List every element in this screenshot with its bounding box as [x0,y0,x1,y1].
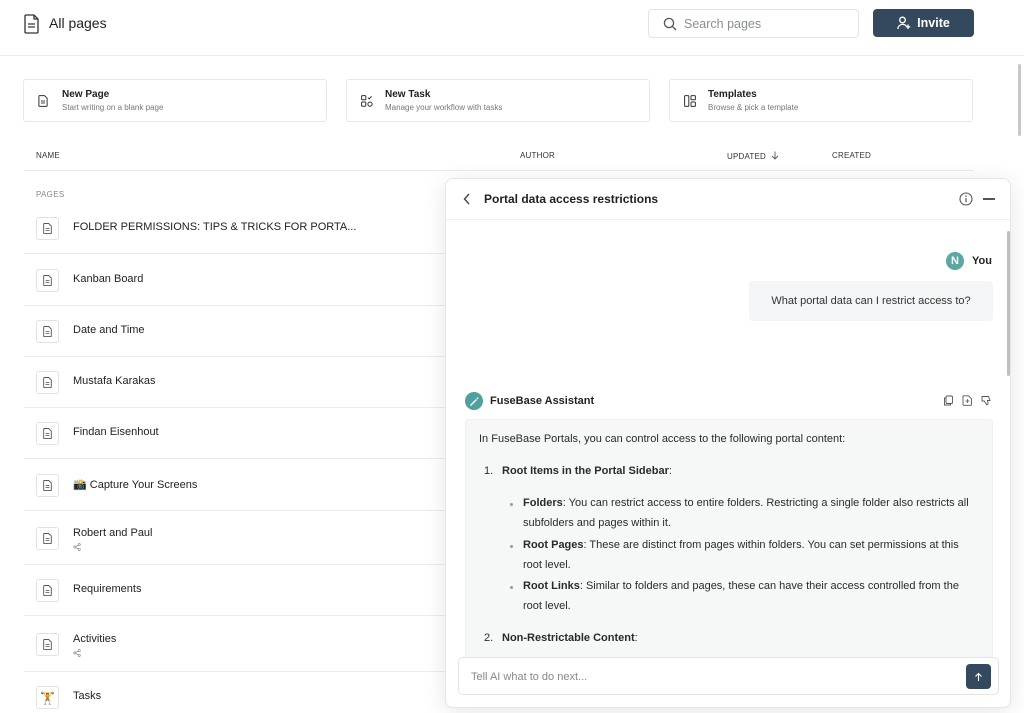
answer-list-item-2: 2. Non-Restrictable Content: [484,629,638,649]
answer-list-item-1: 1. Root Items in the Portal Sidebar: [484,462,672,482]
row-name: Findan Eisenhout [73,426,159,438]
ai-chat-panel: Portal data access restrictions N You Wh… [445,178,1011,708]
answer-bullet: Root Links: Similar to folders and pages… [510,577,980,616]
card-title: New Page [62,89,110,100]
info-icon[interactable] [959,192,973,206]
card-subtitle: Start writing on a blank page [62,103,164,112]
row-name: Requirements [73,583,142,595]
list-item-title: Non-Restrictable Content [502,632,635,644]
copy-icon[interactable] [943,395,954,406]
card-title: New Task [385,89,431,100]
document-icon [38,95,48,107]
templates-card[interactable]: Templates Browse & pick a template [669,79,973,122]
minimize-icon[interactable] [983,198,995,200]
share-icon [73,649,81,657]
page-scrollbar[interactable] [1018,64,1021,136]
back-chevron-icon[interactable] [462,192,472,206]
answer-bullet: Root Pages: These are distinct from page… [510,536,980,575]
answer-intro: In FuseBase Portals, you can control acc… [479,433,846,445]
search-input[interactable] [684,15,849,33]
row-name: Activities [73,633,117,645]
assistant-label: FuseBase Assistant [490,395,595,407]
message-actions [943,395,992,406]
page-icon [36,269,59,292]
chat-panel-header: Portal data access restrictions [446,179,1010,220]
column-header-updated-label: UPDATED [727,152,767,161]
list-number: 1. [484,465,494,477]
invite-label: Invite [917,16,950,30]
tasks-icon [361,95,373,107]
column-header-author[interactable]: AUTHOR [520,151,555,160]
card-title: Templates [708,89,757,100]
page-icon [36,527,59,550]
chat-input[interactable] [471,668,951,686]
row-name: Tasks [73,690,102,702]
row-name: Mustafa Karakas [73,375,156,387]
row-name: Kanban Board [73,273,144,285]
list-item-colon: : [668,465,672,477]
share-icon [73,543,81,551]
page-icon [36,579,59,602]
thumbs-down-icon[interactable] [981,395,992,406]
page-icon [36,371,59,394]
add-user-icon [897,16,911,30]
section-label-pages: PAGES [36,190,65,199]
row-name: Robert and Paul [73,527,153,539]
user-message: What portal data can I restrict access t… [749,281,993,321]
column-header-created[interactable]: CREATED [832,151,871,160]
document-icon [24,14,39,34]
bullet-text: : These are distinct from pages within f… [523,539,959,571]
answer-bullet: Folders: You can restrict access to enti… [510,494,980,533]
page-title: All pages [49,15,107,31]
page-icon [36,422,59,445]
list-item-colon: : [634,632,638,644]
column-header-name[interactable]: NAME [36,151,60,160]
tasks-emoji-icon: 🏋 [36,686,59,709]
chat-composer[interactable] [458,657,999,695]
avatar: N [946,252,964,270]
row-name: 📸 Capture Your Screens [73,479,198,491]
bullet-text: : You can restrict access to entire fold… [523,497,969,529]
chat-title: Portal data access restrictions [484,192,659,206]
row-name: FOLDER PERMISSIONS: TIPS & TRICKS FOR PO… [73,221,357,233]
bullet-text: : Similar to folders and pages, these ca… [523,580,959,612]
chat-scrollbar[interactable] [1007,231,1010,376]
send-button[interactable] [966,664,991,689]
arrow-up-icon [975,672,982,681]
column-header-updated[interactable]: UPDATED [727,151,779,161]
bullet-label: Folders [523,497,563,509]
card-subtitle: Browse & pick a template [708,103,799,112]
sort-down-icon [772,151,779,160]
templates-icon [684,95,696,107]
row-name: Date and Time [73,324,145,336]
bullet-label: Root Pages [523,539,584,551]
page-icon [36,217,59,240]
page-icon [36,474,59,497]
invite-button[interactable]: Invite [873,9,974,37]
new-page-card[interactable]: New Page Start writing on a blank page [23,79,327,122]
assistant-avatar [465,392,483,410]
bullet-label: Root Links [523,580,580,592]
save-to-page-icon[interactable] [962,395,973,406]
new-task-card[interactable]: New Task Manage your workflow with tasks [346,79,650,122]
header-divider [24,170,974,171]
page-icon [36,633,59,656]
page-icon [36,320,59,343]
assistant-message: In FuseBase Portals, you can control acc… [465,419,993,659]
list-number: 2. [484,632,494,644]
card-subtitle: Manage your workflow with tasks [385,103,503,112]
search-icon [663,17,677,31]
list-item-title: Root Items in the Portal Sidebar [502,465,669,477]
top-header: All pages Invite [0,0,1024,56]
magic-wand-icon [469,396,479,406]
user-label: You [972,255,992,267]
search-box[interactable] [648,9,859,38]
